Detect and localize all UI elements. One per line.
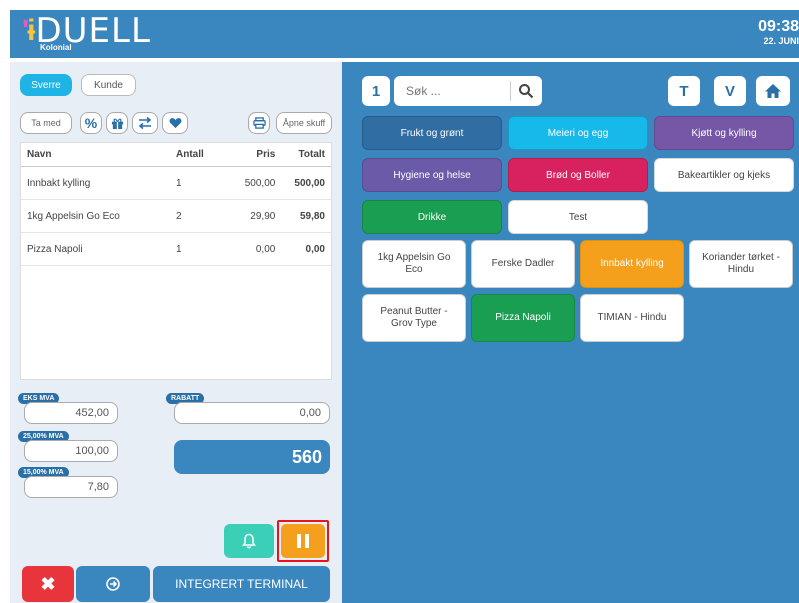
table-header: Navn Antall Pris Totalt: [21, 143, 331, 167]
rabatt-field[interactable]: 0,00: [174, 402, 330, 424]
product-panel: 1 T V Frukt og grønt Meieri og egg Kjøtt…: [342, 62, 799, 603]
heart-icon: [169, 118, 181, 129]
category-test[interactable]: Test: [508, 200, 648, 234]
swap-arrows-icon: [138, 117, 152, 129]
category-bakeartikler[interactable]: Bakeartikler og kjeks: [654, 158, 794, 192]
clock-date: 22. JUNI: [763, 36, 799, 46]
brand-logo: ʹɨ DUELL: [22, 11, 151, 51]
percent-icon: %: [84, 115, 98, 131]
order-table: Navn Antall Pris Totalt Innbakt kylling …: [20, 142, 332, 380]
bell-icon: [242, 533, 256, 549]
next-button[interactable]: [76, 566, 150, 602]
logo-mark-icon: ʹɨ: [22, 14, 36, 47]
table-row[interactable]: 1kg Appelsin Go Eco 2 29,90 59,80: [21, 200, 331, 233]
arrow-circle-right-icon: [106, 577, 120, 591]
order-toolbar: Ta med % Åpne skuff: [20, 112, 332, 136]
search-input[interactable]: [394, 77, 510, 105]
product-innbakt-kylling[interactable]: Innbakt kylling: [580, 240, 684, 288]
t-button[interactable]: T: [668, 76, 700, 106]
printer-icon: [252, 117, 266, 129]
col-qty: Antall: [176, 149, 204, 160]
row-total: 500,00: [294, 177, 325, 189]
category-brod[interactable]: Brød og Boller: [508, 158, 648, 192]
close-icon: ✖: [40, 573, 56, 594]
category-hygiene[interactable]: Hygiene og helse: [362, 158, 502, 192]
col-name: Navn: [27, 149, 52, 160]
cancel-order-button[interactable]: ✖: [22, 566, 74, 602]
row-qty: 1: [176, 177, 182, 189]
v-button[interactable]: V: [714, 76, 746, 106]
take-away-button[interactable]: Ta med: [20, 112, 72, 134]
col-price: Pris: [256, 149, 276, 160]
search-bar: [394, 76, 542, 106]
home-icon: [765, 84, 781, 98]
gift-icon: [111, 118, 123, 129]
row-qty: 1: [176, 243, 182, 255]
product-appelsin[interactable]: 1kg Appelsin Go Eco: [362, 240, 466, 288]
row-total: 59,80: [299, 210, 325, 222]
product-dadler[interactable]: Ferske Dadler: [471, 240, 575, 288]
table-row[interactable]: Innbakt kylling 1 500,00 500,00: [21, 167, 331, 200]
category-drikke[interactable]: Drikke: [362, 200, 502, 234]
category-frukt[interactable]: Frukt og grønt: [362, 116, 502, 150]
park-order-button[interactable]: [277, 520, 329, 562]
gift-button[interactable]: [106, 112, 128, 134]
row-name: Pizza Napoli: [27, 243, 83, 255]
quantity-key[interactable]: 1: [362, 76, 390, 106]
search-icon: [519, 84, 534, 99]
product-pizza-napoli[interactable]: Pizza Napoli: [471, 294, 575, 342]
mva15-value: 7,80: [24, 476, 118, 498]
clock: 09:38 22. JUNI: [758, 18, 799, 46]
row-name: Innbakt kylling: [27, 177, 91, 189]
search-button[interactable]: [511, 83, 541, 99]
order-panel: Sverre Kunde Ta med % Åpne skuff Navn An…: [10, 62, 342, 603]
user-tab[interactable]: Sverre: [20, 74, 72, 96]
row-name: 1kg Appelsin Go Eco: [27, 210, 120, 222]
product-peanut-butter[interactable]: Peanut Butter - Grov Type: [362, 294, 466, 342]
row-price: 500,00: [244, 177, 276, 189]
notify-button[interactable]: [224, 524, 274, 558]
transfer-button[interactable]: [132, 112, 158, 134]
open-drawer-button[interactable]: Åpne skuff: [276, 112, 332, 134]
mva25-value: 100,00: [24, 440, 118, 462]
product-timian[interactable]: TIMIAN - Hindu: [580, 294, 684, 342]
row-qty: 2: [176, 210, 182, 222]
table-row[interactable]: Pizza Napoli 1 0,00 0,00: [21, 233, 331, 266]
customer-tab[interactable]: Kunde: [81, 74, 136, 96]
brand-name: DUELL: [35, 11, 151, 51]
row-price: 0,00: [255, 243, 276, 255]
favorite-button[interactable]: [162, 112, 188, 134]
row-price: 29,90: [250, 210, 276, 222]
brand-subtitle: Kolonial: [40, 43, 72, 52]
category-kjott[interactable]: Kjøtt og kylling: [654, 116, 794, 150]
pause-icon: [281, 524, 325, 558]
row-total: 0,00: [305, 243, 325, 255]
percent-button[interactable]: %: [80, 112, 102, 134]
category-meieri[interactable]: Meieri og egg: [508, 116, 648, 150]
pos-app: ʹɨ DUELL Kolonial 09:38 22. JUNI Sverre …: [0, 0, 799, 603]
print-button[interactable]: [248, 112, 270, 134]
home-button[interactable]: [756, 76, 790, 106]
top-header: ʹɨ DUELL Kolonial 09:38 22. JUNI: [10, 10, 799, 58]
product-koriander[interactable]: Koriander tørket - Hindu: [689, 240, 793, 288]
integrated-terminal-button[interactable]: INTEGRERT TERMINAL: [153, 566, 330, 602]
eks-mva-value: 452,00: [24, 402, 118, 424]
total-amount: 560: [174, 440, 330, 474]
clock-time: 09:38: [758, 18, 799, 35]
col-total: Totalt: [298, 149, 325, 160]
